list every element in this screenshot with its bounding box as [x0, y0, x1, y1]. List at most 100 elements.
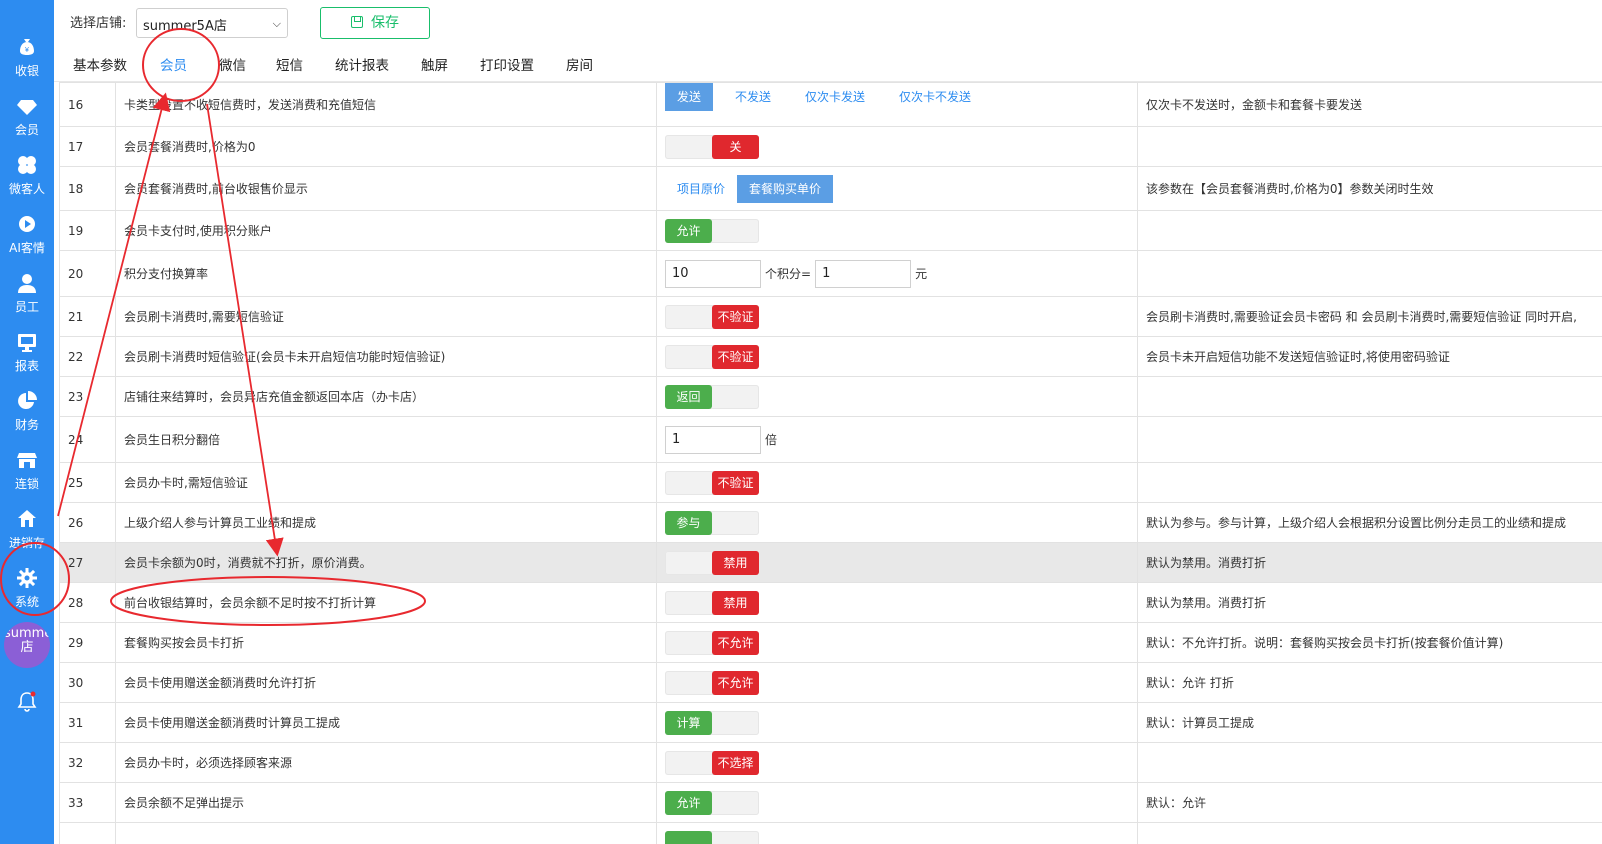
- avatar[interactable]: summer5A店: [4, 622, 50, 668]
- table-row: 25 会员办卡时,需短信验证 不验证: [59, 462, 1602, 503]
- tab-1[interactable]: 会员: [160, 54, 187, 74]
- store-select-value: summer5A店: [143, 19, 227, 34]
- sidebar-item-3[interactable]: AI客情: [0, 207, 54, 263]
- setting-control: 不允许: [656, 662, 1138, 703]
- toggle-switch[interactable]: 禁用: [665, 550, 759, 575]
- toggle-switch[interactable]: 允许: [665, 218, 759, 243]
- toggle-switch[interactable]: 返回: [665, 384, 759, 409]
- sidebar-item-6[interactable]: 财务: [0, 384, 54, 440]
- setting-control: 项目原价 套餐购买单价: [656, 166, 1138, 211]
- yuan-input[interactable]: 1: [815, 259, 912, 288]
- toggle-knob-label: [665, 830, 712, 844]
- sidebar-item-label: 收银: [14, 64, 39, 78]
- store-select[interactable]: summer5A店 ⌵: [136, 8, 288, 38]
- sidebar-item-label: 进销存: [8, 536, 45, 550]
- option-button[interactable]: 仅次卡发送: [793, 84, 877, 112]
- setting-name: 会员卡使用赠送金额消费时计算员工提成: [115, 702, 657, 743]
- setting-control: 禁用: [656, 582, 1138, 623]
- toggle-switch[interactable]: 不验证: [665, 344, 759, 369]
- row-number: 24: [59, 416, 116, 463]
- sidebar-item-7[interactable]: 连锁: [0, 443, 54, 499]
- bell-icon[interactable]: [16, 690, 38, 712]
- sidebar: ¥ 收银会员微客人 AI客情员工报表财务连锁进销存系统 summer5A店: [0, 0, 54, 844]
- setting-note: [1137, 210, 1602, 251]
- setting-note: [1137, 462, 1602, 503]
- sidebar-item-label: 连锁: [14, 477, 39, 491]
- sidebar-item-2[interactable]: 微客人: [0, 148, 54, 204]
- setting-note: 会员刷卡消费时,需要验证会员卡密码 和 会员刷卡消费时,需要短信验证 同时开启,: [1137, 296, 1602, 337]
- top-bar: 选择店铺: summer5A店 ⌵ 保存 基本参数 会员 微信 短信 统计报表 触屏 打印设…: [54, 0, 1602, 82]
- sidebar-item-0[interactable]: ¥ 收银: [0, 30, 54, 86]
- toggle-switch[interactable]: 计算: [665, 710, 759, 735]
- option-button[interactable]: 发送: [665, 83, 714, 111]
- setting-control: 不选择: [656, 742, 1138, 783]
- toggle-switch[interactable]: 不允许: [665, 670, 759, 695]
- toggle-switch[interactable]: 参与: [665, 510, 759, 535]
- tab-7[interactable]: 房间: [566, 54, 593, 74]
- row-number: 33: [59, 782, 116, 823]
- table-row: 27 会员卡余额为0时，消费就不打折，原价消费。 禁用 默认为禁用。消费打折: [59, 542, 1602, 583]
- toggle-switch[interactable]: 不验证: [665, 304, 759, 329]
- sidebar-item-8[interactable]: 进销存: [0, 502, 54, 558]
- setting-name: 套餐购买按会员卡打折: [115, 622, 657, 663]
- toggle-switch[interactable]: [665, 830, 759, 844]
- toggle-knob-label: 禁用: [712, 550, 759, 575]
- setting-note: 默认为禁用。消费打折: [1137, 582, 1602, 623]
- table-row: 29 套餐购买按会员卡打折 不允许 默认：不允许打折。说明：套餐购买按会员卡打折(按套…: [59, 622, 1602, 663]
- table-row: 23 店铺往来结算时，会员异店充值金额返回本店（办卡店） 返回: [59, 376, 1602, 417]
- option-button[interactable]: 套餐购买单价: [737, 174, 834, 203]
- multiplier-input[interactable]: 1: [665, 425, 761, 454]
- toggle-knob-label: 不允许: [712, 670, 759, 695]
- option-button[interactable]: 不发送: [723, 84, 783, 112]
- setting-control: 不允许: [656, 622, 1138, 663]
- tab-3[interactable]: 短信: [276, 54, 303, 74]
- tab-0[interactable]: 基本参数: [73, 54, 127, 74]
- option-button[interactable]: 项目原价: [665, 175, 737, 203]
- row-number: 20: [59, 250, 116, 297]
- row-number: 31: [59, 702, 116, 743]
- sidebar-item-label: 报表: [14, 359, 39, 373]
- toggle-knob-label: 不验证: [712, 344, 759, 369]
- toggle-knob-label: 允许: [665, 790, 712, 815]
- money-bag-icon: ¥: [16, 36, 38, 58]
- setting-name: 会员办卡时，必须选择顾客来源: [115, 742, 657, 783]
- row-number: 32: [59, 742, 116, 783]
- toggle-switch[interactable]: 禁用: [665, 590, 759, 615]
- row-number: 18: [59, 166, 116, 211]
- gear-icon: [16, 567, 38, 589]
- sidebar-item-1[interactable]: 会员: [0, 89, 54, 145]
- toggle-switch[interactable]: 关: [665, 134, 759, 159]
- setting-note: [1137, 376, 1602, 417]
- setting-name: 上级介绍人参与计算员工业绩和提成: [115, 502, 657, 543]
- setting-control: 10 个积分= 1 元: [656, 250, 1138, 297]
- option-button[interactable]: 仅次卡不发送: [887, 84, 983, 112]
- sidebar-item-5[interactable]: 报表: [0, 325, 54, 381]
- table-row: 19 会员卡支付时,使用积分账户 允许: [59, 210, 1602, 251]
- save-button[interactable]: 保存: [320, 7, 430, 39]
- toggle-knob-label: 禁用: [712, 590, 759, 615]
- clover-icon: [16, 154, 38, 176]
- tab-4[interactable]: 统计报表: [335, 54, 389, 74]
- setting-name: 积分支付换算率: [115, 250, 657, 297]
- row-number: 28: [59, 582, 116, 623]
- setting-note: [1137, 126, 1602, 167]
- setting-name: 会员生日积分翻倍: [115, 416, 657, 463]
- table-row: 17 会员套餐消费时,价格为0 关: [59, 126, 1602, 167]
- sidebar-item-9[interactable]: 系统: [0, 561, 54, 617]
- toggle-switch[interactable]: 不允许: [665, 630, 759, 655]
- toggle-switch[interactable]: 允许: [665, 790, 759, 815]
- sidebar-item-label: 员工: [14, 300, 39, 314]
- play-circle-icon: [16, 213, 38, 235]
- setting-note: [1137, 250, 1602, 297]
- setting-control: 关: [656, 126, 1138, 167]
- tab-2[interactable]: 微信: [219, 54, 246, 74]
- toggle-switch[interactable]: 不选择: [665, 750, 759, 775]
- toggle-switch[interactable]: 不验证: [665, 470, 759, 495]
- tab-6[interactable]: 打印设置: [480, 54, 534, 74]
- tab-5[interactable]: 触屏: [421, 54, 448, 74]
- sidebar-item-4[interactable]: 员工: [0, 266, 54, 322]
- setting-control: 发送 不发送 仅次卡发送 仅次卡不发送: [656, 82, 1138, 127]
- points-input[interactable]: 10: [665, 259, 761, 288]
- setting-note: 默认为参与。参与计算，上级介绍人会根据积分设置比例分走员工的业绩和提成: [1137, 502, 1602, 543]
- setting-name: 会员刷卡消费时短信验证(会员卡未开启短信功能时短信验证): [115, 336, 657, 377]
